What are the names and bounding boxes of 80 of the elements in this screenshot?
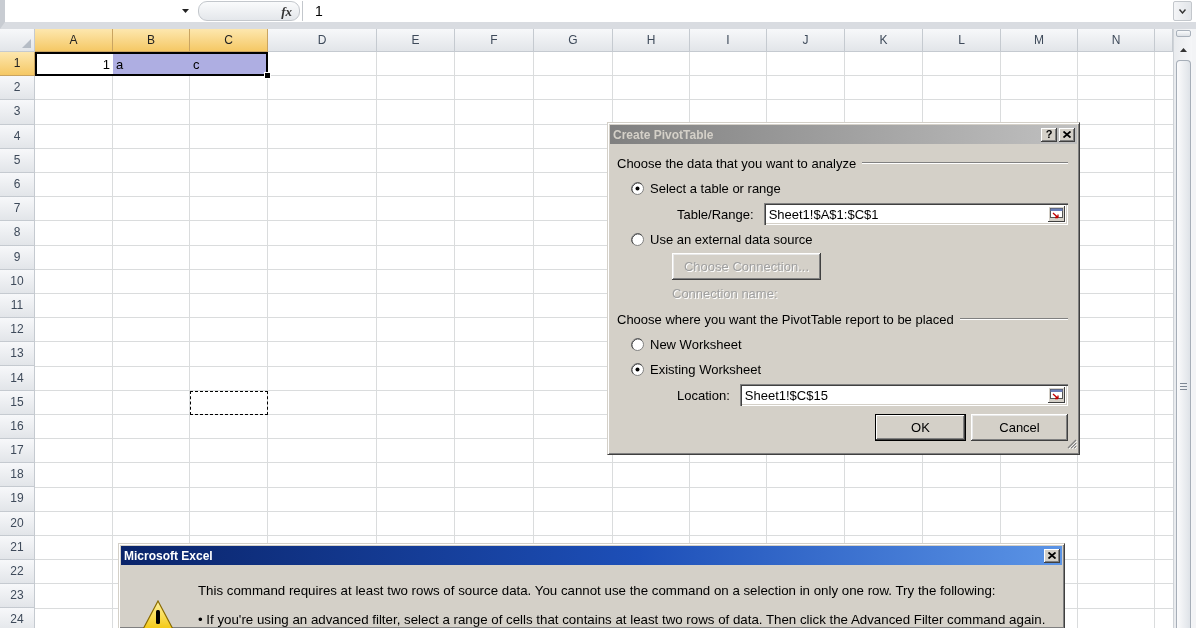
range-picker-button[interactable]	[1048, 206, 1065, 222]
chevron-down-icon	[1179, 8, 1186, 14]
alert-message: This command requires at least two rows of source data. You cannot use the command on a selection in only one row. Try the following:	[198, 584, 997, 598]
warning-icon	[140, 600, 176, 628]
group-heading: Choose where you want the PivotTable report to be placed	[617, 311, 954, 327]
range-field[interactable]: Sheet1!$C$15	[739, 384, 1068, 406]
dialog-button[interactable]: Cancel	[971, 414, 1068, 441]
range-picker-icon	[1050, 389, 1063, 401]
column-header[interactable]: I	[690, 29, 767, 52]
radio-option[interactable]: Select a table or range	[631, 181, 781, 196]
corner-triangle-icon	[22, 39, 31, 48]
row-header[interactable]: 10	[0, 269, 35, 294]
radio-option[interactable]: Use an external data source	[631, 232, 813, 247]
field-label: Location:	[677, 387, 730, 403]
close-icon	[1048, 552, 1056, 559]
row-header[interactable]: 17	[0, 439, 35, 464]
row-header[interactable]: 22	[0, 559, 35, 585]
range-picker-icon	[1050, 208, 1063, 220]
column-header[interactable]: C	[190, 29, 268, 52]
fill-handle[interactable]	[264, 72, 271, 80]
row-header[interactable]: 2	[0, 76, 35, 101]
range-picker-button[interactable]	[1048, 387, 1065, 403]
vertical-scrollbar[interactable]	[1173, 29, 1192, 628]
column-header[interactable]: E	[377, 29, 455, 52]
row-header[interactable]: 19	[0, 487, 35, 512]
row-header[interactable]: 21	[0, 535, 35, 560]
row-header[interactable]: 24	[0, 608, 35, 628]
row-header[interactable]: 16	[0, 414, 35, 439]
column-header[interactable]: N	[1078, 29, 1155, 52]
dialog-title: Create PivotTable	[613, 127, 715, 142]
column-header[interactable]: L	[923, 29, 1001, 52]
scroll-thumb[interactable]	[1175, 60, 1191, 628]
column-header[interactable]: D	[268, 29, 377, 52]
insert-function-button[interactable]: fx	[279, 3, 294, 19]
row-header[interactable]: 4	[0, 124, 35, 149]
row-header[interactable]: 15	[0, 390, 35, 415]
row-header[interactable]: 23	[0, 584, 35, 609]
row-header[interactable]: 12	[0, 318, 35, 343]
field-label: Table/Range:	[677, 206, 754, 222]
row-header[interactable]: 20	[0, 511, 35, 536]
row-header[interactable]: 7	[0, 197, 35, 222]
column-header[interactable]: J	[767, 29, 845, 52]
dialog-title: Microsoft Excel	[124, 548, 214, 563]
row-header[interactable]: 11	[0, 293, 35, 319]
dialog-button[interactable]: OK	[875, 414, 966, 441]
column-header[interactable]: M	[1001, 29, 1078, 52]
row-header[interactable]: 5	[0, 148, 35, 173]
alert-bullet: • If you're using an advanced filter, select a range of cells that contains at least two rows of data. Then click the Advanced Filter command again.	[198, 613, 1046, 627]
resize-grip-icon[interactable]	[1066, 438, 1077, 449]
row-header[interactable]: 8	[0, 221, 35, 246]
row-header[interactable]: 18	[0, 463, 35, 488]
table-cell[interactable]: a	[113, 52, 190, 77]
column-header[interactable]: F	[455, 29, 534, 52]
row-header[interactable]: 1	[0, 52, 35, 77]
column-header[interactable]: G	[534, 29, 613, 52]
close-button[interactable]	[1044, 548, 1060, 563]
table-cell[interactable]: c	[190, 52, 268, 77]
help-button[interactable]: ?	[1041, 127, 1057, 142]
column-header[interactable]: H	[613, 29, 690, 52]
column-header[interactable]: K	[845, 29, 923, 52]
row-header[interactable]: 9	[0, 245, 35, 270]
range-field[interactable]: Sheet1!$A$1:$C$1	[763, 203, 1068, 225]
table-cell[interactable]: 1	[35, 52, 113, 77]
expand-button[interactable]	[1173, 1, 1192, 21]
radio-option[interactable]: Existing Worksheet	[631, 362, 762, 377]
triangle-up-icon	[1179, 47, 1187, 52]
copy-marquee[interactable]	[190, 390, 268, 415]
close-icon	[1063, 131, 1071, 138]
grip-lines-icon	[1179, 383, 1187, 390]
row-header[interactable]: 6	[0, 172, 35, 198]
column-header[interactable]: A	[35, 29, 113, 52]
column-header[interactable]: B	[113, 29, 190, 52]
caret-icon	[182, 9, 189, 13]
row-header[interactable]: 3	[0, 100, 35, 125]
radio-option[interactable]: New Worksheet	[631, 337, 742, 352]
group-heading: Choose the data that you want to analyze	[617, 155, 857, 171]
row-header[interactable]: 13	[0, 342, 35, 367]
formula-field[interactable]: 1	[303, 0, 1173, 22]
row-header[interactable]: 14	[0, 366, 35, 391]
close-button[interactable]	[1059, 127, 1075, 142]
